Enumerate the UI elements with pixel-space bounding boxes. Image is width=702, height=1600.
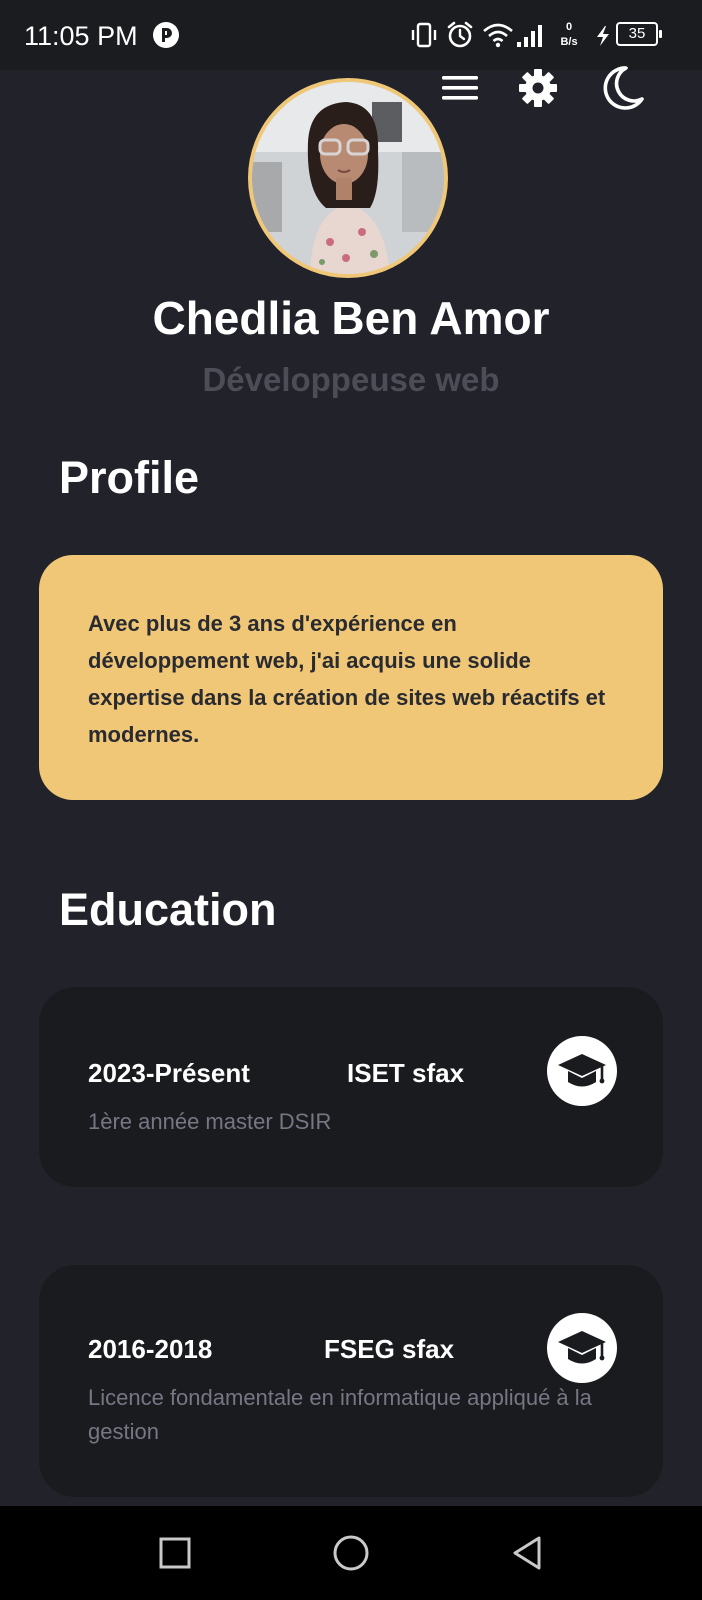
status-bar: 11:05 PM 0 B/s 35 [0,0,702,70]
alarm-icon [446,21,474,54]
battery-indicator: 35 [616,22,662,46]
system-nav-bar [0,1506,702,1600]
education-school: FSEG sfax [324,1334,455,1364]
portfolio-screen: 11:05 PM 0 B/s 35 Chedlia Ben Amor Dével… [0,0,702,1600]
back-button[interactable] [500,1526,554,1580]
education-card: 2016-2018 FSEG sfax Licence fondamentale… [39,1265,663,1497]
status-icons: 0 B/s 35 [410,18,680,54]
app-notification-icon [152,21,180,54]
education-description: Licence fondamentale en informatique app… [88,1385,592,1444]
dark-mode-icon [603,66,644,110]
settings-icon [519,69,557,107]
education-description: 1ère année master DSIR [88,1109,332,1134]
network-speed-unit: B/s [560,36,578,48]
education-years: 2016-2018 [88,1334,213,1364]
graduation-cap-badge [547,1036,617,1106]
education-school: ISET sfax [347,1058,465,1088]
network-speed: 0 B/s [556,22,582,48]
home-button[interactable] [324,1526,378,1580]
profile-heading: Profile [59,452,200,503]
avatar-photo [252,82,444,274]
network-speed-value: 0 [565,21,573,33]
signal-icon [516,24,544,53]
wifi-icon [482,22,514,53]
charging-icon [594,25,612,52]
profile-job-title: Développeuse web [202,361,500,398]
graduation-cap-icon [558,1331,606,1364]
vibrate-icon [410,22,438,53]
status-time: 11:05 PM [24,21,138,51]
home-icon [333,1535,369,1571]
menu-icon [442,76,478,100]
graduation-cap-badge [547,1313,617,1383]
settings-button[interactable] [514,64,562,112]
profile-card: Avec plus de 3 ans d'expérience en dével… [39,555,663,800]
recent-apps-button[interactable] [148,1526,202,1580]
dark-mode-toggle[interactable] [598,64,646,112]
recent-apps-icon [159,1537,191,1569]
profile-avatar [248,78,448,278]
profile-text: Avec plus de 3 ans d'expérience en dével… [88,611,606,747]
menu-button[interactable] [436,64,484,112]
education-card: 2023-Présent ISET sfax 1ère année master… [39,987,663,1187]
profile-name: Chedlia Ben Amor [152,292,550,344]
graduation-cap-icon [558,1054,606,1087]
education-years: 2023-Présent [88,1058,250,1088]
back-icon [513,1536,541,1570]
education-heading: Education [59,884,277,935]
